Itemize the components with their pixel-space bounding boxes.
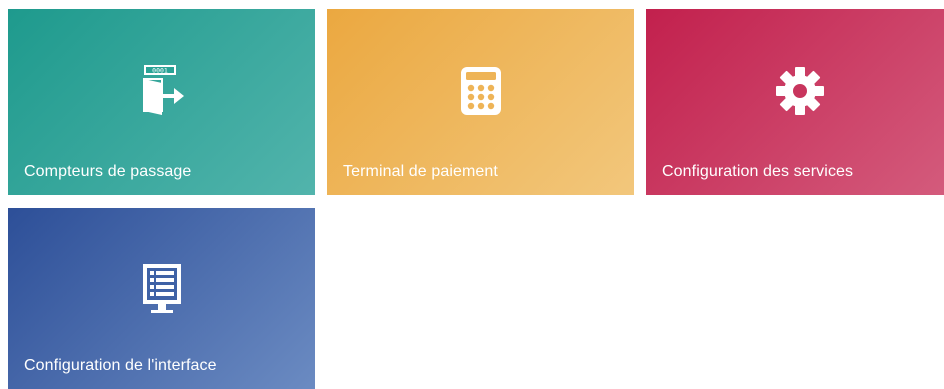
door-exit-counter-icon: 0001 — [134, 61, 190, 121]
tile-terminal-de-paiement[interactable]: Terminal de paiement — [327, 9, 634, 195]
calculator-icon — [453, 61, 509, 121]
tile-configuration-de-l-interface[interactable]: Configuration de l'interface — [8, 208, 315, 389]
tile-label: Terminal de paiement — [343, 163, 498, 180]
gear-icon — [772, 61, 828, 121]
tile-label: Configuration des services — [662, 163, 854, 180]
counter-digits: 0001 — [152, 67, 168, 75]
tile-compteurs-de-passage[interactable]: 0001 Compteurs de passage — [8, 9, 315, 195]
tile-label: Compteurs de passage — [24, 163, 192, 180]
tile-grid: 0001 Compteurs de passage Terminal de pa… — [0, 0, 944, 389]
monitor-list-icon — [134, 260, 190, 320]
tile-label: Configuration de l'interface — [24, 357, 217, 374]
tile-configuration-des-services[interactable]: Configuration des services — [646, 9, 944, 195]
